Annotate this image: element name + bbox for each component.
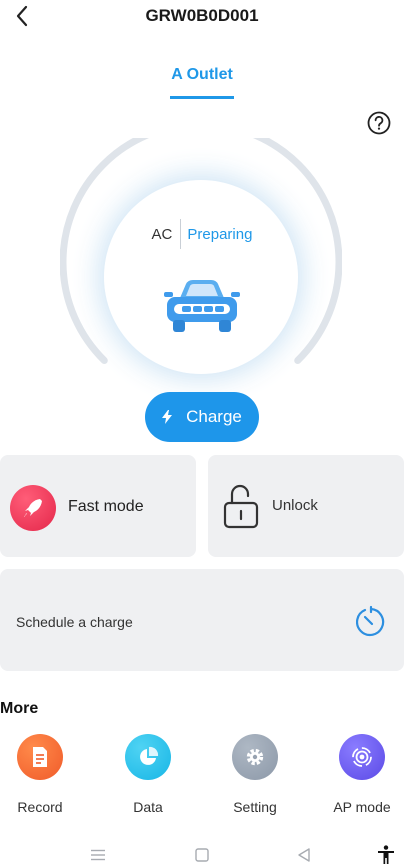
accessibility-icon <box>378 845 394 864</box>
status-circle <box>104 180 298 374</box>
charge-button[interactable]: Charge <box>145 392 259 442</box>
triangle-back-icon <box>298 848 310 862</box>
record-label: Record <box>17 799 63 815</box>
bolt-icon <box>162 410 173 424</box>
timer-icon <box>356 605 385 637</box>
signal-icon <box>339 734 385 780</box>
fast-mode-card[interactable]: Fast mode <box>0 455 196 557</box>
charge-button-label: Charge <box>186 407 242 426</box>
app-header: GRW0B0D001 <box>0 0 404 34</box>
charger-status: AC Preparing <box>0 219 404 249</box>
menu-nav-button[interactable] <box>86 846 110 864</box>
fast-mode-label: Fast mode <box>68 498 144 515</box>
system-nav-bar <box>0 842 404 867</box>
back-nav-button[interactable] <box>292 846 316 864</box>
more-heading: More <box>0 700 39 717</box>
home-square-icon <box>195 848 209 862</box>
home-nav-button[interactable] <box>190 846 214 864</box>
unlock-label: Unlock <box>272 497 318 514</box>
ap-mode-button[interactable]: AP mode <box>322 734 402 815</box>
status-divider <box>180 219 182 249</box>
outlet-tabs: A Outlet <box>0 66 404 99</box>
charging-state-label: Preparing <box>187 225 253 243</box>
current-type-label: AC <box>151 225 173 243</box>
car-icon <box>164 280 240 332</box>
help-button[interactable] <box>366 110 392 136</box>
data-label: Data <box>133 799 163 815</box>
page-title: GRW0B0D001 <box>145 6 259 25</box>
data-button[interactable]: Data <box>108 734 188 815</box>
unlock-icon <box>223 484 259 529</box>
ap-mode-label: AP mode <box>333 799 391 815</box>
schedule-charge-label: Schedule a charge <box>16 614 133 630</box>
setting-button[interactable]: Setting <box>215 734 295 815</box>
pie-chart-icon <box>125 734 171 780</box>
gear-icon <box>232 734 278 780</box>
setting-label: Setting <box>233 799 277 815</box>
schedule-charge-card[interactable]: Schedule a charge <box>0 569 404 671</box>
record-button[interactable]: Record <box>0 734 80 815</box>
menu-icon <box>91 849 105 861</box>
rocket-icon <box>10 485 56 531</box>
tab-a-outlet[interactable]: A Outlet <box>170 66 234 99</box>
record-icon <box>17 734 63 780</box>
accessibility-button[interactable] <box>374 845 398 864</box>
question-icon <box>367 111 391 135</box>
